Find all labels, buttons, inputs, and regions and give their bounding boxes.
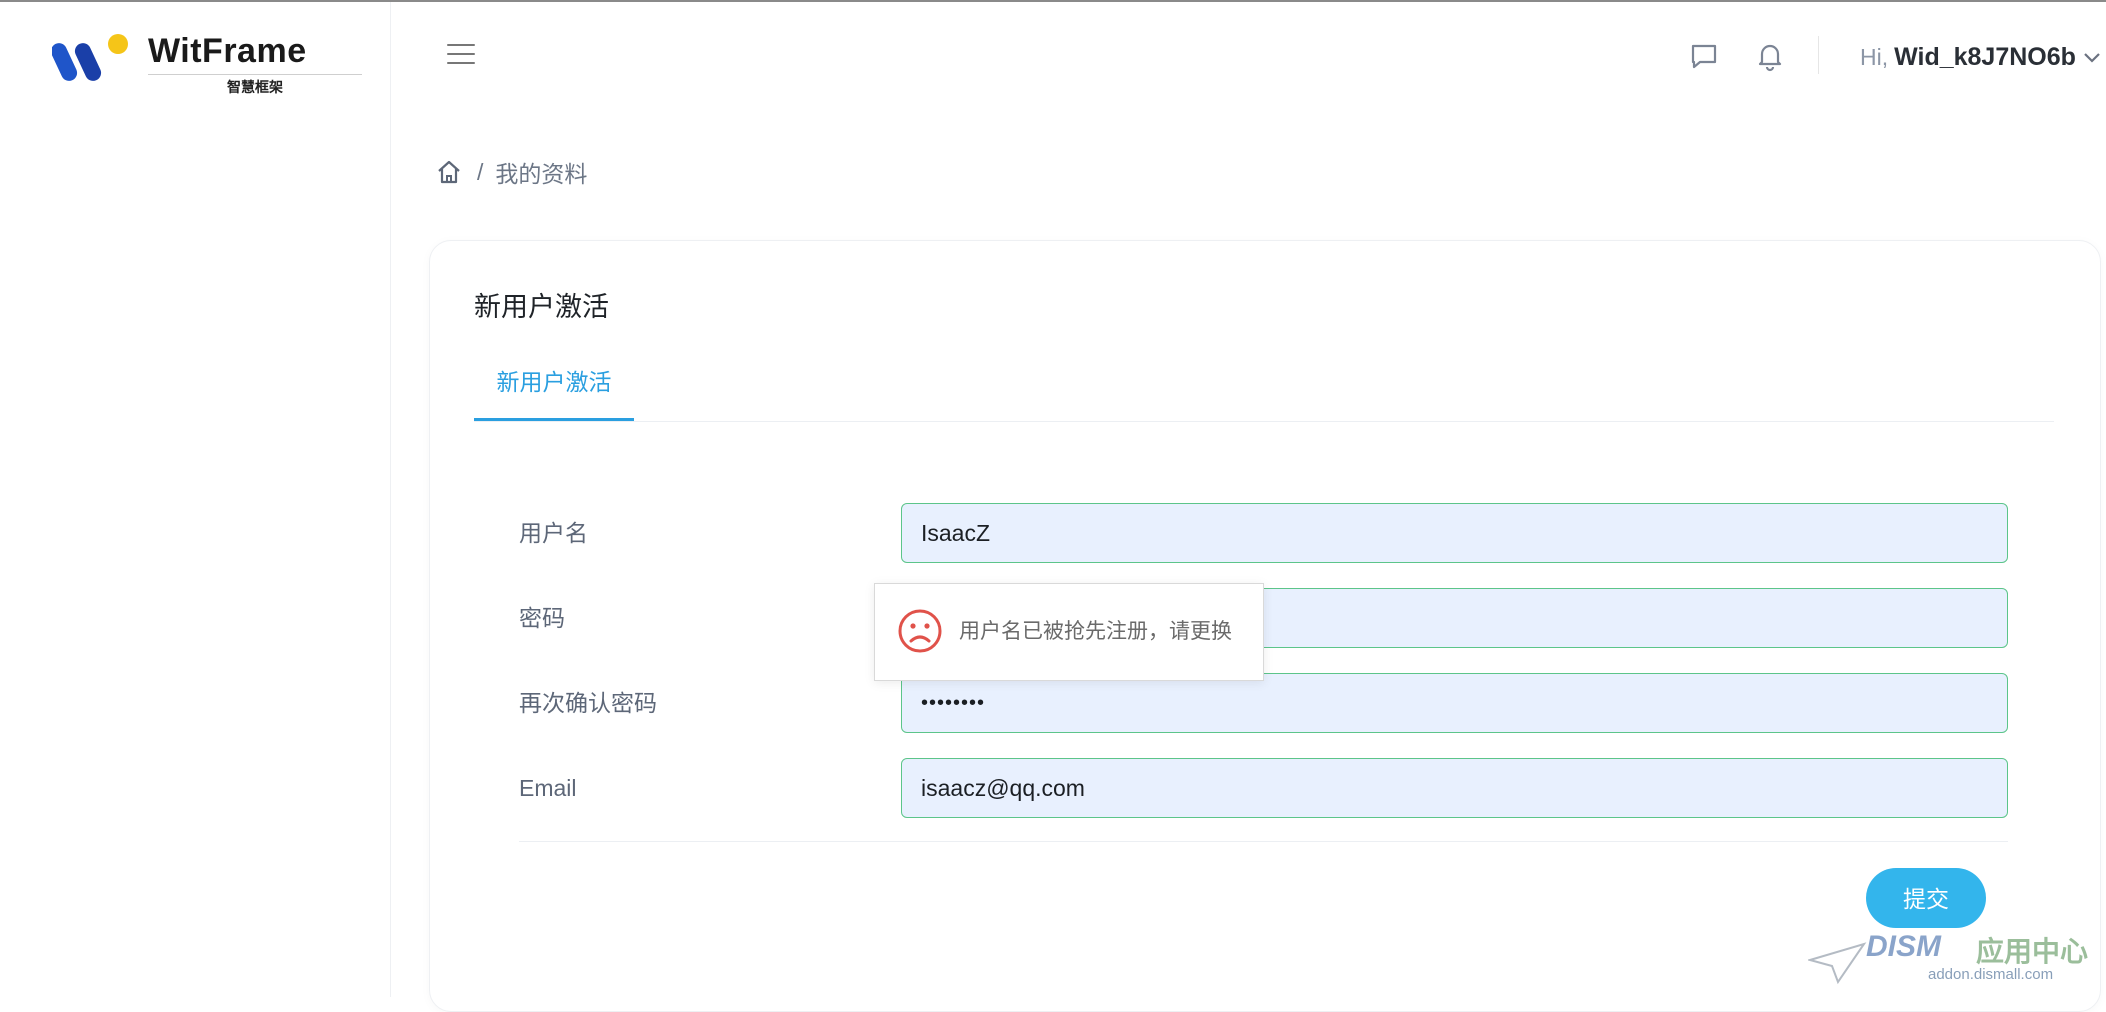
confirm-password-row: 再次确认密码 •••••••• — [519, 673, 2019, 733]
password-row: 密码 — [519, 588, 2019, 648]
username-input[interactable]: IsaacZ — [901, 503, 2008, 563]
tab-bar: 新用户激活 — [474, 341, 2054, 422]
error-toast: 用户名已被抢先注册，请更换 — [874, 583, 1264, 681]
user-menu[interactable]: Hi, Wid_k8J7NO6b — [1860, 40, 2102, 74]
breadcrumb-current: 我的资料 — [495, 161, 588, 187]
watermark: DISM 应用中心 addon.dismall.com — [1808, 926, 2104, 996]
breadcrumb: / 我的资料 — [435, 154, 587, 190]
email-input[interactable]: isaacz@qq.com — [901, 758, 2008, 818]
email-row: Email isaacz@qq.com — [519, 758, 2019, 818]
header-divider — [1818, 36, 1819, 74]
submit-button[interactable]: 提交 — [1866, 868, 1986, 928]
form-divider — [519, 841, 2008, 842]
bell-icon[interactable] — [1754, 40, 1786, 72]
greeting-text: Hi, — [1860, 43, 1889, 70]
top-header: Hi, Wid_k8J7NO6b — [391, 2, 2106, 108]
toast-message: 用户名已被抢先注册，请更换 — [959, 620, 1232, 643]
confirm-password-label: 再次确认密码 — [519, 690, 657, 716]
paper-plane-icon — [1808, 942, 1867, 985]
watermark-url: addon.dismall.com — [1928, 966, 2054, 983]
witframe-logo-icon — [52, 34, 128, 81]
chevron-down-icon — [2084, 53, 2100, 63]
username-label: 用户名 — [519, 520, 588, 546]
card-title: 新用户激活 — [474, 292, 609, 322]
home-icon[interactable] — [435, 158, 463, 186]
brand-name: WitFrame — [148, 32, 307, 70]
confirm-password-input[interactable]: •••••••• — [901, 673, 2008, 733]
sad-face-icon — [898, 609, 942, 653]
username-text: Wid_k8J7NO6b — [1894, 42, 2076, 71]
sidebar: WitFrame 智慧框架 — [0, 2, 391, 997]
brand-subtitle: 智慧框架 — [148, 74, 362, 97]
tab-new-user-activation[interactable]: 新用户激活 — [474, 341, 634, 421]
watermark-text: DISM — [1866, 930, 1941, 963]
username-row: 用户名 IsaacZ — [519, 503, 2019, 563]
email-label: Email — [519, 775, 577, 801]
watermark-text-2: 应用中心 — [1976, 936, 2089, 967]
message-icon[interactable] — [1688, 40, 1720, 72]
hamburger-menu-icon[interactable] — [447, 44, 475, 66]
password-label: 密码 — [519, 605, 565, 631]
brand-logo[interactable]: WitFrame 智慧框架 — [52, 32, 362, 95]
activation-card: 新用户激活 新用户激活 用户名 IsaacZ 密码 再次确认密码 •••••••… — [429, 240, 2101, 1012]
breadcrumb-separator: / — [477, 158, 484, 185]
